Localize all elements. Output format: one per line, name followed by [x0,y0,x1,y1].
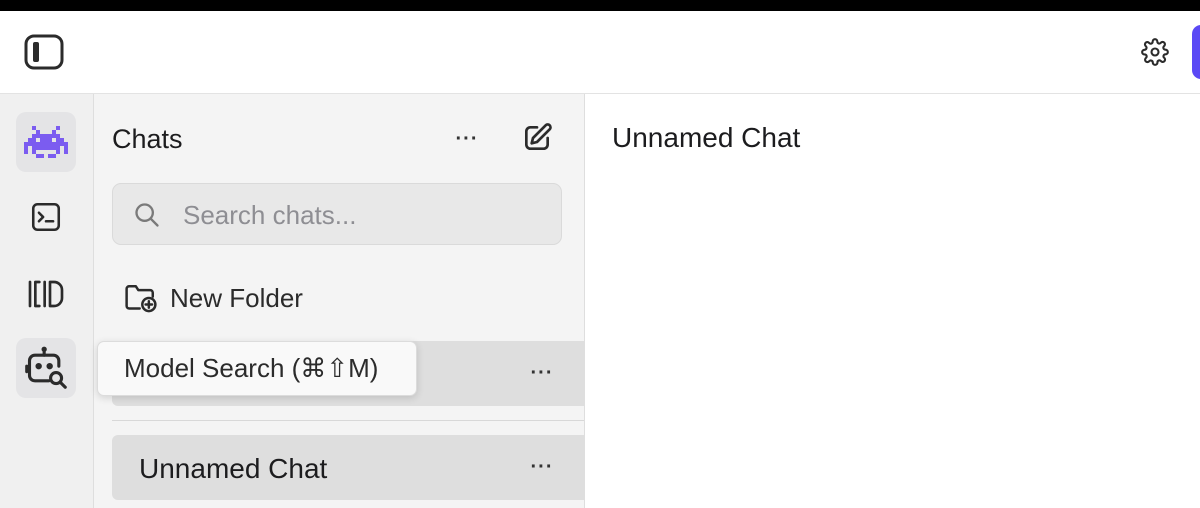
library-icon [28,280,64,308]
terminal-icon [31,202,61,232]
app-rail [0,94,94,508]
rail-item-models[interactable] [16,264,76,324]
chats-title: Chats [112,124,183,154]
app-header [0,11,1200,94]
compose-icon [525,123,552,150]
chat-title: Unnamed Chat [612,122,801,153]
gear-icon [1141,38,1169,66]
chat-main-area: Unnamed Chat [585,94,1200,508]
chat-item-more-button[interactable]: ··· [526,453,558,481]
model-search-icon [25,346,67,389]
window-top-band [0,0,1200,11]
chats-more-button[interactable]: ··· [449,124,485,154]
search-box[interactable] [112,183,562,245]
chat-item-more-button[interactable]: ··· [526,359,558,387]
model-search-tooltip: Model Search (⌘⇧M) [97,341,417,396]
rail-item-developer[interactable] [16,187,76,247]
sidebar-toggle-button[interactable] [23,33,65,71]
accent-action-button[interactable] [1192,25,1200,79]
settings-button[interactable] [1138,35,1172,69]
new-folder-button[interactable]: New Folder [124,280,303,316]
add-folder-icon [125,284,157,313]
rail-item-model-search[interactable] [16,338,76,398]
robot-mascot-icon [24,126,68,158]
sidebar-icon [24,34,64,70]
search-icon [135,203,159,227]
chat-list-item-label: Unnamed Chat [139,453,328,484]
chat-list-item[interactable]: Unnamed Chat ··· [112,435,584,500]
new-folder-label: New Folder [170,282,303,313]
chat-list-panel: Chats ··· New Folder ··· Unnamed Chat ··… [94,94,585,508]
new-chat-button[interactable] [519,120,555,156]
list-divider [112,420,584,421]
rail-item-chat[interactable] [16,112,76,172]
search-input[interactable] [183,198,543,232]
